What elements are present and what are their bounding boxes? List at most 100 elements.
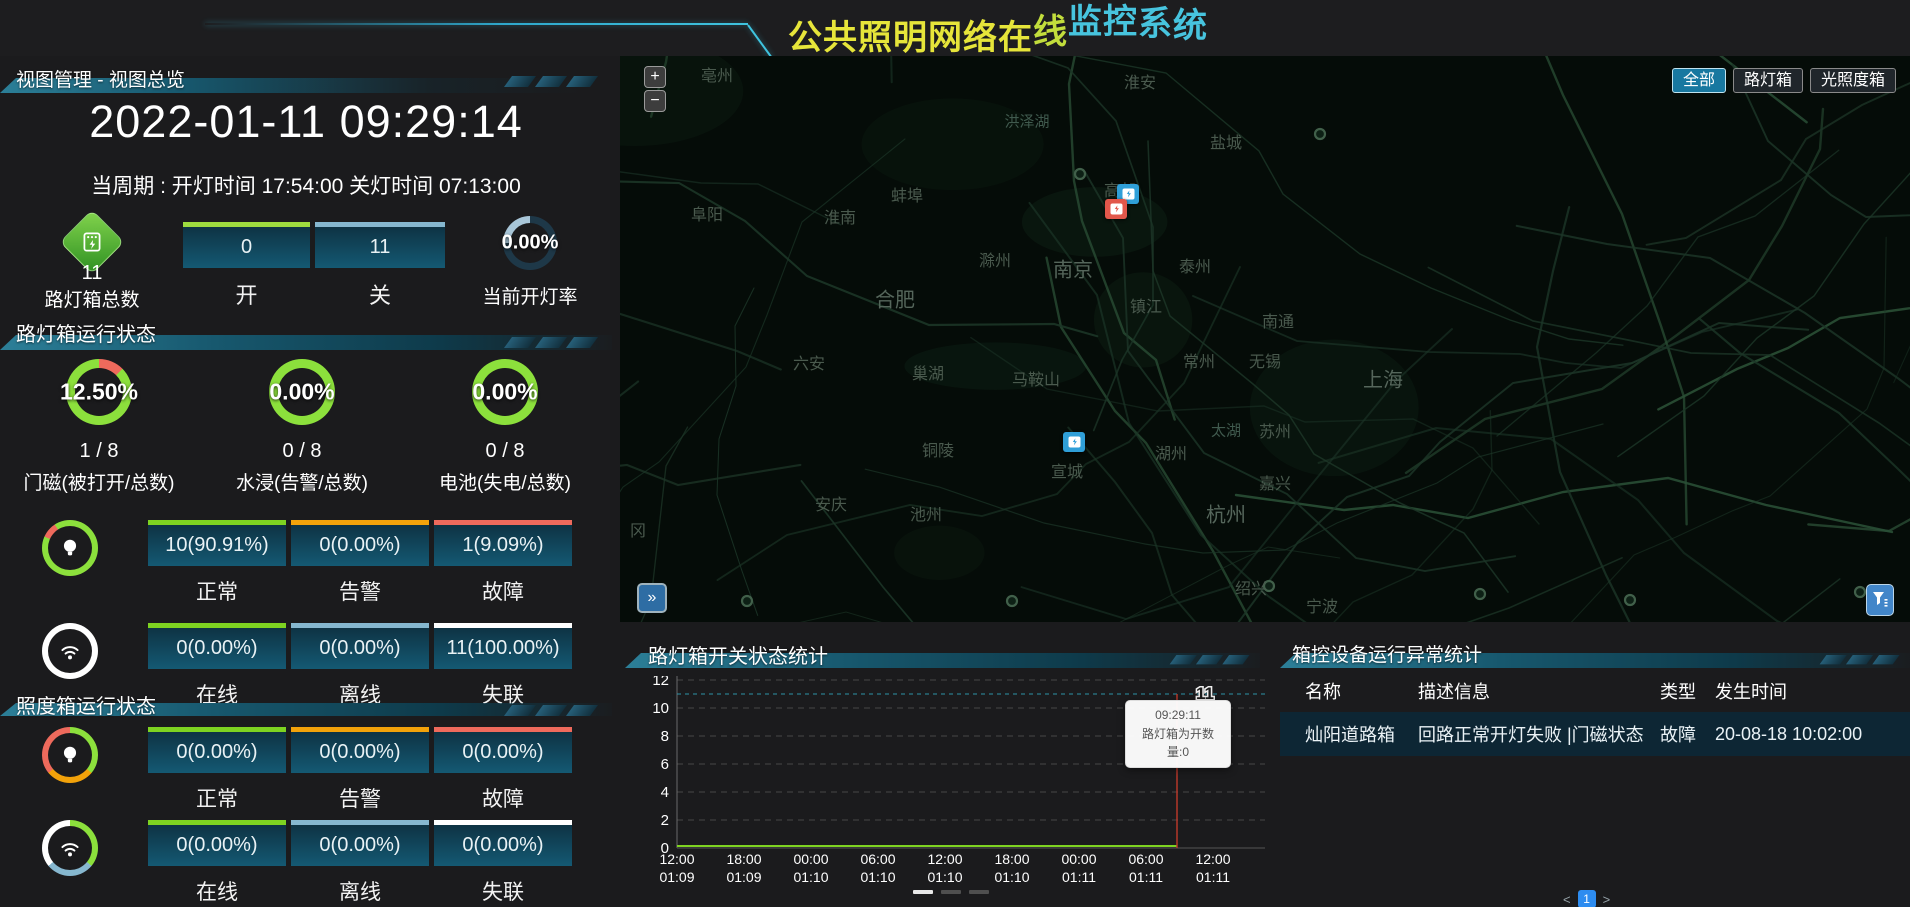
current-datetime: 2022-01-11 09:29:14	[0, 96, 612, 148]
cycle-info: 当周期 : 开灯时间 17:54:00 关灯时间 07:13:00	[0, 170, 612, 200]
map-city-label: 池州	[910, 501, 942, 525]
map-town-node	[1007, 596, 1017, 606]
table-cell: 故障	[1660, 721, 1715, 747]
status-label: 离线	[291, 876, 429, 906]
map-city-label: 铜陵	[922, 437, 954, 461]
sensor-donut-label: 电池(失电/总数)	[439, 468, 571, 495]
status-stat-box: 0(0.00%)在线	[148, 820, 286, 906]
status-stat-box: 0(0.00%)告警	[291, 727, 429, 813]
cabinet-icon	[79, 229, 105, 255]
status-label: 故障	[434, 576, 572, 606]
map-city-label: 南通	[1262, 308, 1294, 332]
status-label: 告警	[291, 576, 429, 606]
table-panel-title: 箱控设备运行异常统计	[1292, 640, 1482, 667]
sensor-donut-ratio: 0 / 8	[242, 440, 362, 463]
chart-panel-title: 路灯箱开关状态统计	[648, 640, 828, 669]
map-city-label: 湖州	[1155, 440, 1187, 464]
chart-tooltip-time: 09:29:11	[1132, 706, 1224, 725]
status-ring-hole	[48, 629, 92, 673]
map-town-node	[1075, 169, 1085, 179]
pagination-next-button[interactable]: >	[1603, 892, 1611, 907]
map-city-label: 绍兴	[1235, 575, 1267, 599]
table-cell: 灿阳道路箱	[1305, 721, 1418, 747]
table-column-header: 名称	[1305, 678, 1418, 704]
table-header-row: 名称描述信息类型发生时间	[1280, 678, 1910, 704]
map-town-node	[1625, 595, 1635, 605]
map-road	[865, 424, 1603, 553]
sensor-donut: 12.50%	[66, 359, 132, 425]
chart-tooltip-text: 路灯箱为开数量:0	[1132, 725, 1224, 762]
map-zoom-out-button[interactable]: −	[644, 90, 666, 112]
map-filter-button[interactable]	[1866, 584, 1894, 616]
map-city-label: 上海	[1363, 364, 1403, 393]
status-value: 10(90.91%)	[148, 525, 286, 566]
status-ring-hole	[48, 733, 92, 777]
map-city-label: 泰州	[1179, 253, 1211, 277]
status-ring-hole	[48, 826, 92, 870]
pagination-prev-button[interactable]: <	[1563, 892, 1571, 907]
table-cell: 20-08-18 10:02:00	[1715, 724, 1910, 745]
section-title-lamp-box-status: 路灯箱运行状态	[16, 318, 156, 347]
map-city-label: 无锡	[1249, 348, 1281, 372]
map-city-label: 杭州	[1206, 499, 1246, 528]
carousel-dot-3[interactable]	[969, 890, 989, 894]
map-road	[620, 139, 905, 622]
lamp-box-alarm-marker[interactable]	[1105, 199, 1127, 219]
carousel-dot-1[interactable]	[913, 890, 933, 894]
map-layer-button-lamp-box[interactable]: 路灯箱	[1733, 68, 1803, 93]
section-title-lux-box-status: 照度箱运行状态	[16, 690, 156, 719]
wifi-status-ring	[42, 820, 98, 876]
map-town-node	[1475, 589, 1485, 599]
map-city-label: 巢湖	[912, 360, 944, 384]
sensor-donut-ratio: 0 / 8	[445, 440, 565, 463]
status-value: 0(0.00%)	[148, 825, 286, 866]
map-layer-button-all[interactable]: 全部	[1672, 68, 1726, 93]
page-title-part: 监	[1068, 0, 1103, 43]
map-city-label: 淮南	[824, 204, 856, 228]
map-city-label: 安庆	[815, 491, 847, 515]
status-value: 0(0.00%)	[434, 732, 572, 773]
decor-slashes	[508, 705, 594, 716]
chart-x-tick-label: 00:0001:11	[1061, 851, 1096, 885]
map-city-label: 常州	[1183, 348, 1215, 372]
map-city-label: 南京	[1053, 254, 1093, 283]
map-city-label: 淮安	[1124, 69, 1156, 93]
map-city-label: 合肥	[875, 284, 915, 313]
table-column-header: 类型	[1660, 678, 1715, 704]
page-title-part: 系	[1138, 0, 1173, 45]
map-expand-button[interactable]: »	[637, 583, 667, 613]
pagination-page-1[interactable]: 1	[1578, 890, 1596, 907]
chart-y-tick-label: 12	[652, 676, 669, 689]
bulb-status-ring	[42, 520, 98, 576]
map-zoom-in-button[interactable]: +	[644, 66, 666, 88]
chart-x-tick-label: 06:0001:11	[1128, 851, 1163, 885]
status-value: 0(0.00%)	[148, 732, 286, 773]
chart-tooltip: 09:29:11 路灯箱为开数量:0	[1125, 700, 1231, 768]
map-layer-button-lux-box[interactable]: 光照度箱	[1810, 68, 1896, 93]
wifi-icon	[56, 834, 84, 862]
map-city-label: 马鞍山	[1012, 366, 1060, 390]
bulb-icon	[57, 742, 83, 768]
map-canvas[interactable]: 亳州淮安洪泽湖盐城阜阳淮南蚌埠高邮滁州南京泰州合肥镇江南通常州无锡上海六安巢湖马…	[620, 56, 1910, 622]
table-row[interactable]: 灿阳道路箱回路正常开灯失败 |门磁状态故障20-08-18 10:02:00	[1280, 712, 1910, 756]
status-label: 失联	[434, 876, 572, 906]
map-city-label: 阜阳	[691, 201, 723, 225]
map-city-label: 苏州	[1259, 418, 1291, 442]
lamps-on-box: 0 开	[183, 222, 310, 310]
abnormal-device-table-panel: 箱控设备运行异常统计 名称描述信息类型发生时间 灿阳道路箱回路正常开灯失败 |门…	[1280, 640, 1910, 907]
carousel-dot-2[interactable]	[941, 890, 961, 894]
map-road	[620, 168, 841, 225]
map-layer-buttons: 全部路灯箱光照度箱	[1672, 68, 1896, 93]
chart-x-tick-label: 12:0001:11	[1195, 851, 1230, 885]
lamp-box-switch-chart-panel: 路灯箱开关状态统计 0246810121112:0001:0918:0001:0…	[625, 640, 1275, 907]
status-value: 0(0.00%)	[291, 628, 429, 669]
chart-y-tick-label: 8	[661, 728, 669, 745]
on-rate-donut: 0.00%	[503, 216, 557, 270]
chart-x-tick-label: 06:0001:10	[860, 851, 895, 885]
map-city-label: 宁波	[1306, 593, 1338, 617]
status-label: 正常	[148, 783, 286, 813]
status-label: 正常	[148, 576, 286, 606]
lamp-box-marker[interactable]	[1063, 432, 1085, 452]
map-city-label: 嘉兴	[1259, 470, 1291, 494]
page-title: 公共照明网络在线监控系统	[788, 10, 1208, 59]
